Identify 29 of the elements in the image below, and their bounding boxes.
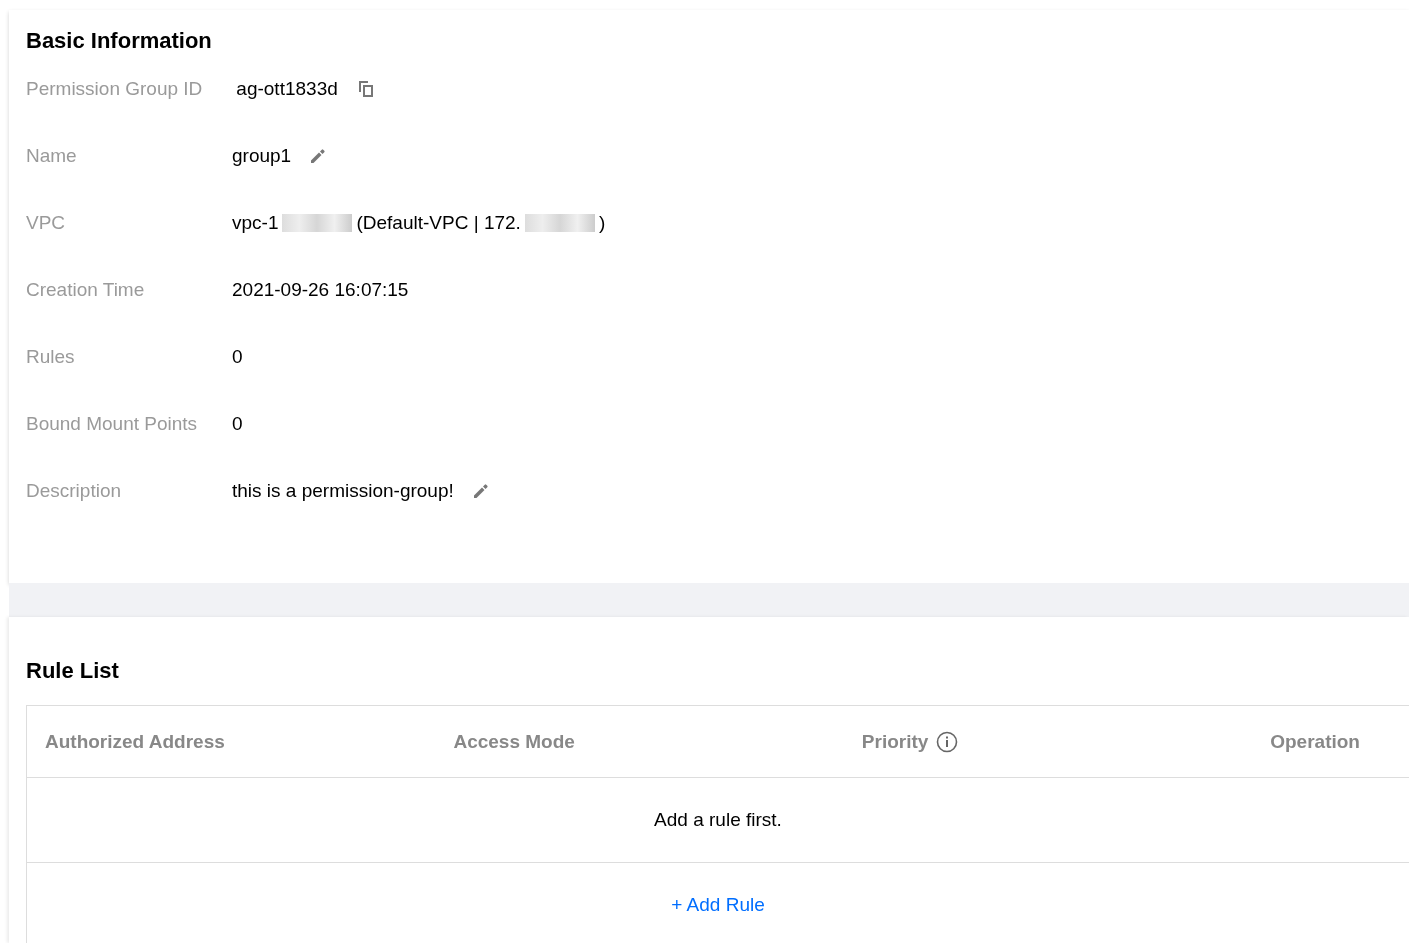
field-value: this is a permission-group! (232, 479, 454, 502)
redacted-mark (282, 213, 353, 232)
info-icon[interactable] (936, 730, 959, 753)
field-label: Bound Mount Points (26, 412, 198, 435)
column-header: Operation (1270, 730, 1360, 753)
column-header: Authorized Address (45, 730, 225, 753)
field-value: group1 (232, 144, 292, 167)
field-value: vpc-1 (232, 211, 279, 234)
add-rule-link[interactable]: + Add Rule (671, 894, 765, 916)
field-value: 2021-09-26 16:07:15 (232, 278, 409, 301)
redacted-mark (524, 213, 595, 232)
column-header: Priority (861, 730, 929, 753)
pencil-icon[interactable] (309, 146, 328, 165)
section-title: Rule List (26, 657, 120, 685)
field-label: Permission Group ID (26, 77, 203, 100)
field-label: Creation Time (26, 278, 146, 301)
empty-message: Add a rule first. (654, 809, 782, 831)
pencil-icon[interactable] (471, 481, 490, 500)
field-label: Description (26, 479, 123, 502)
field-value: 0 (232, 345, 243, 368)
field-value: ) (598, 211, 606, 234)
field-value: ag-ott1833d (236, 77, 338, 100)
section-title: Basic Information (26, 27, 213, 55)
field-label: VPC (26, 211, 67, 234)
column-header: Access Mode (453, 730, 575, 753)
field-label: Name (26, 144, 78, 167)
field-label: Rules (26, 345, 76, 368)
field-value: 0 (232, 412, 243, 435)
field-value: (Default-VPC | 172. (356, 211, 521, 234)
